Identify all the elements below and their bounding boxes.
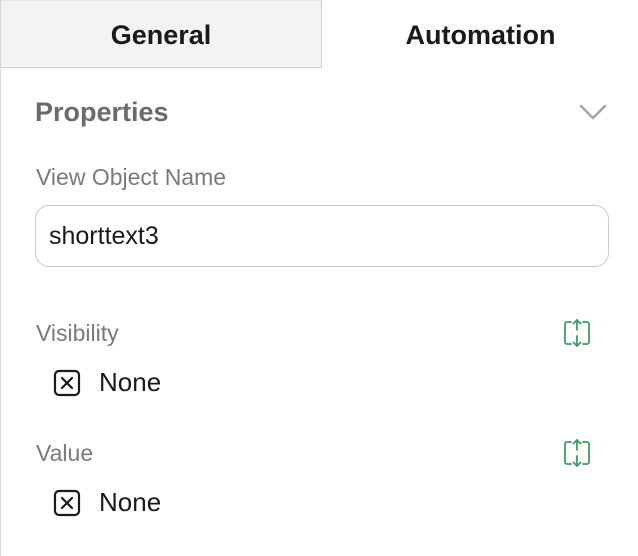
expand-vertical-icon[interactable]: [562, 438, 592, 468]
view-object-name-label: View Object Name: [36, 164, 227, 190]
close-box-icon: [53, 489, 81, 516]
tab-general[interactable]: General: [1, 0, 322, 68]
properties-section-header[interactable]: Properties: [35, 92, 609, 132]
expand-vertical-icon[interactable]: [562, 318, 592, 348]
tab-bar: General Automation: [1, 0, 638, 68]
view-object-name-input[interactable]: [35, 205, 609, 267]
value-value-row[interactable]: None: [53, 487, 161, 518]
value-label: Value: [36, 440, 94, 466]
tab-automation-label: Automation: [405, 19, 556, 50]
section-title: Properties: [35, 96, 169, 127]
visibility-value-row[interactable]: None: [53, 367, 161, 398]
visibility-value: None: [99, 367, 162, 397]
close-box-icon: [53, 369, 81, 396]
properties-panel: General Automation Properties View Objec…: [0, 0, 638, 556]
tab-automation[interactable]: Automation: [322, 0, 638, 68]
visibility-label: Visibility: [36, 320, 119, 346]
value-value: None: [99, 487, 162, 517]
chevron-down-icon[interactable]: [579, 102, 607, 122]
tab-general-label: General: [110, 19, 212, 50]
